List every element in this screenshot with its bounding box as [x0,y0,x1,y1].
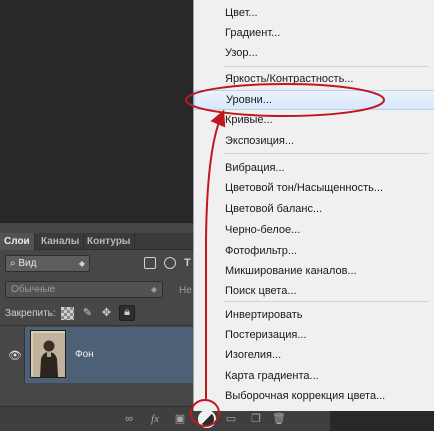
menu-item-color-balance[interactable]: Цветовой баланс... [194,199,434,219]
pixel-filter-icon[interactable] [144,257,156,269]
menu-item-hue-saturation[interactable]: Цветовой тон/Насыщенность... [194,178,434,198]
menu-item-photo-filter[interactable]: Фотофильтр... [194,241,434,261]
new-layer-icon[interactable]: ❐ [249,412,263,426]
blend-mode-value: Обычные [11,284,56,295]
menu-item-exposure[interactable]: Экспозиция... [194,131,434,151]
menu-separator [224,153,429,154]
link-layers-icon[interactable]: ∞ [122,412,136,426]
layer-thumbnail [30,330,66,378]
menu-item-posterize[interactable]: Постеризация... [194,325,434,345]
add-mask-icon[interactable]: ▣ [173,412,187,426]
menu-item-solid-color[interactable]: Цвет... [194,3,434,23]
layer-name: Фон [75,349,94,360]
adjustment-filter-icon[interactable] [164,257,176,269]
tab-channels[interactable]: Каналы [37,233,85,250]
menu-item-color-lookup[interactable]: Поиск цвета... [194,281,434,301]
menu-item-brightness-contrast[interactable]: Яркость/Контрастность... [194,69,434,89]
lock-transparency-icon[interactable] [61,307,74,320]
menu-separator [224,301,429,302]
eye-icon[interactable]: 👁︎ [8,349,22,362]
menu-item-vibrance[interactable]: Вибрация... [194,158,434,178]
fx-layer-style-icon[interactable]: fx [148,412,162,426]
lock-pixels-brush-icon[interactable]: ✎ [81,307,94,320]
menu-item-curves[interactable]: Кривые... [194,110,434,130]
lock-position-move-icon[interactable]: ✥ [100,307,113,320]
adjustment-layer-menu: Цвет... Градиент... Узор... Яркость/Конт… [193,0,434,411]
visibility-column: 👁︎ [0,327,25,383]
new-adjustment-layer-button[interactable] [198,410,216,428]
filter-kind-value: Вид [18,258,37,269]
filter-kind-select[interactable]: ⌕ Вид ◆ [5,255,90,272]
trash-icon[interactable]: 🗑︎ [272,412,286,426]
new-group-folder-icon[interactable]: ▭ [224,412,238,426]
menu-item-selective-color[interactable]: Выборочная коррекция цвета... [194,386,434,406]
tab-layers[interactable]: Слои [0,233,35,250]
menu-item-pattern[interactable]: Узор... [194,43,434,63]
select-arrows-icon: ◆ [78,259,85,268]
lock-all-icon[interactable]: 🔒︎ [119,305,135,321]
lock-label: Закрепить: [5,308,56,319]
search-icon: ⌕ [10,258,16,269]
menu-item-gradient[interactable]: Градиент... [194,23,434,43]
menu-item-invert[interactable]: Инвертировать [194,305,434,325]
blend-mode-select[interactable]: Обычные ◆ [5,281,163,298]
tab-paths[interactable]: Контуры [83,233,136,250]
menu-item-levels[interactable]: Уровни... [194,90,434,110]
menu-item-black-white[interactable]: Черно-белое... [194,220,434,240]
menu-separator [224,66,429,67]
opacity-label: Не [179,285,192,296]
menu-item-threshold[interactable]: Изогелия... [194,345,434,365]
menu-item-channel-mixer[interactable]: Микширование каналов... [194,261,434,281]
menu-item-gradient-map[interactable]: Карта градиента... [194,366,434,386]
select-arrows-icon: ◆ [150,285,157,294]
photo-portrait-image [31,331,65,377]
